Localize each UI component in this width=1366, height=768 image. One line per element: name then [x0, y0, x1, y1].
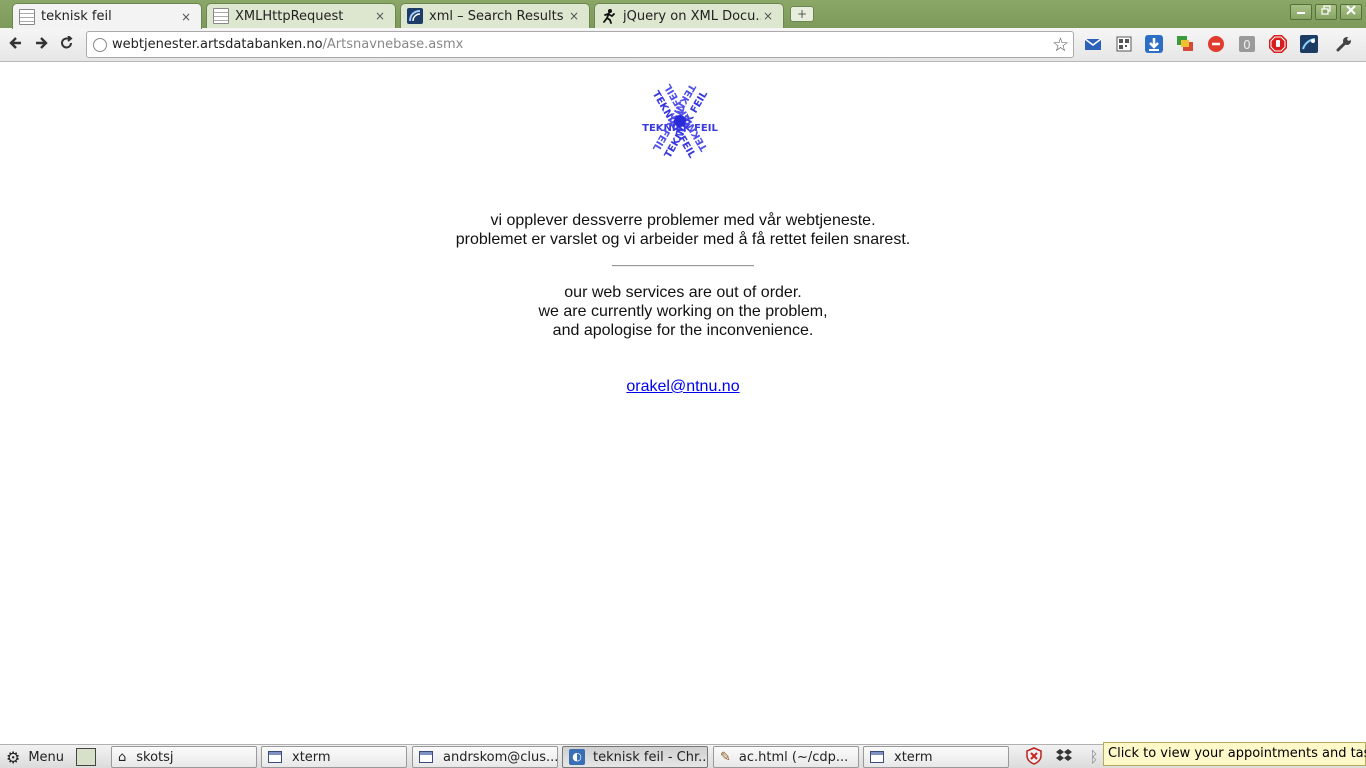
wrench-icon[interactable]	[1334, 34, 1354, 54]
minimize-icon	[1297, 12, 1305, 14]
english-line-2: we are currently working on the problem,	[538, 303, 828, 320]
tab-close-icon[interactable]: ×	[373, 9, 387, 23]
globe-icon	[93, 38, 107, 52]
runner-icon	[601, 8, 617, 24]
close-icon	[1346, 5, 1356, 15]
chrome-icon: ◐	[569, 749, 585, 765]
editor-icon: ✎	[720, 749, 731, 765]
svg-text:0: 0	[1243, 38, 1251, 52]
restore-button[interactable]	[1315, 4, 1337, 20]
task-xterm-2[interactable]: xterm	[863, 746, 1009, 768]
url-path: /Artsnavnebase.asmx	[322, 37, 464, 52]
home-icon: ⌂	[118, 749, 127, 765]
browser-toolbar: webtjenester.artsdatabanken.no/Artsnavne…	[0, 28, 1366, 62]
bluetooth-icon[interactable]: ᛒ	[1084, 747, 1104, 767]
dropbox-icon[interactable]	[1054, 747, 1074, 767]
contact-block: orakel@ntnu.no	[0, 378, 1366, 396]
task-ac-html[interactable]: ✎ ac.html (~/cdp...	[713, 746, 859, 768]
english-line-1: our web services are out of order.	[564, 284, 802, 301]
task-label: andrskom@clus...	[443, 749, 558, 765]
show-desktop-icon[interactable]	[76, 748, 96, 766]
task-label: ac.html (~/cdp...	[738, 749, 849, 765]
counter-extension-icon[interactable]: 0	[1237, 34, 1257, 54]
reload-button[interactable]	[56, 34, 78, 56]
task-label: xterm	[292, 749, 331, 765]
gear-icon: ⚙	[6, 747, 21, 767]
restore-icon	[1321, 5, 1331, 15]
download-extension-icon[interactable]	[1144, 34, 1164, 54]
teknisk-feil-logo: TEKNISK FEIL TEKNISK FEIL TEKNISK FEIL T…	[642, 81, 718, 161]
forward-arrow-icon	[36, 37, 48, 49]
minimize-button[interactable]	[1290, 4, 1312, 20]
shield-icon[interactable]	[1024, 747, 1044, 767]
norwegian-message: vi opplever dessverre problemer med vår …	[0, 211, 1366, 249]
tab-strip: teknisk feil × XMLHttpRequest × xml – Se…	[0, 0, 1366, 29]
back-button[interactable]	[5, 34, 27, 56]
tab-label: teknisk feil	[41, 9, 112, 24]
tab-xml-search-results[interactable]: xml – Search Results ... ×	[400, 3, 590, 28]
window-icon	[419, 751, 433, 763]
tab-close-icon[interactable]: ×	[761, 9, 775, 23]
webkit-extension-icon[interactable]	[1299, 34, 1319, 54]
mail-extension-icon[interactable]	[1083, 34, 1103, 54]
norwegian-line-1: vi opplever dessverre problemer med vår …	[490, 212, 876, 229]
back-arrow-icon	[9, 37, 21, 49]
new-tab-button[interactable]: +	[790, 6, 814, 22]
tab-close-icon[interactable]: ×	[179, 10, 193, 24]
tab-label: XMLHttpRequest	[235, 8, 344, 24]
task-label: skotsj	[136, 749, 174, 765]
tab-teknisk-feil[interactable]: teknisk feil ×	[12, 3, 202, 29]
task-skotsj[interactable]: ⌂ skotsj	[111, 746, 257, 768]
logo-center-dot	[674, 115, 686, 127]
url-host: webtjenester.artsdatabanken.no	[112, 37, 323, 52]
task-label: teknisk feil - Chr...	[593, 749, 708, 765]
start-menu-button[interactable]: ⚙ Menu	[6, 747, 64, 767]
close-window-button[interactable]	[1340, 4, 1362, 20]
contact-email-link[interactable]: orakel@ntnu.no	[626, 378, 739, 395]
divider	[612, 265, 754, 267]
page-icon	[213, 8, 229, 24]
forward-button[interactable]	[30, 34, 52, 56]
tab-close-icon[interactable]: ×	[567, 9, 581, 23]
tab-label: jQuery on XML Docu...	[623, 8, 761, 24]
tab-jquery-xml[interactable]: jQuery on XML Docu... ×	[594, 3, 784, 28]
menu-label: Menu	[28, 749, 65, 765]
page-content: TEKNISK FEIL TEKNISK FEIL TEKNISK FEIL T…	[0, 63, 1366, 744]
calendar-tooltip: Click to view your appointments and task…	[1103, 742, 1366, 766]
tab-label: xml – Search Results ...	[429, 8, 567, 24]
reload-icon	[61, 35, 73, 49]
task-label: xterm	[894, 749, 933, 765]
page-icon	[19, 8, 35, 25]
adblock-extension-icon[interactable]	[1268, 34, 1288, 54]
norwegian-line-2: problemet er varslet og vi arbeider med …	[455, 231, 911, 248]
translate-extension-icon[interactable]	[1175, 34, 1195, 54]
stackoverflow-icon	[407, 8, 423, 24]
address-bar[interactable]: webtjenester.artsdatabanken.no/Artsnavne…	[86, 31, 1074, 58]
tab-xmlhttprequest[interactable]: XMLHttpRequest ×	[206, 3, 396, 28]
english-line-3: and apologise for the inconvenience.	[552, 322, 814, 339]
task-andrskom-terminal[interactable]: andrskom@clus...	[412, 746, 558, 768]
task-xterm-1[interactable]: xterm	[261, 746, 407, 768]
qr-extension-icon[interactable]	[1114, 34, 1134, 54]
url-text[interactable]: webtjenester.artsdatabanken.no/Artsnavne…	[112, 37, 463, 52]
stop-extension-icon[interactable]	[1206, 34, 1226, 54]
window-icon	[268, 751, 282, 763]
window-icon	[870, 751, 884, 763]
english-message: our web services are out of order. we ar…	[0, 283, 1366, 340]
bookmark-star-icon[interactable]: ☆	[1052, 34, 1069, 56]
task-chrome[interactable]: ◐ teknisk feil - Chr...	[562, 746, 708, 768]
